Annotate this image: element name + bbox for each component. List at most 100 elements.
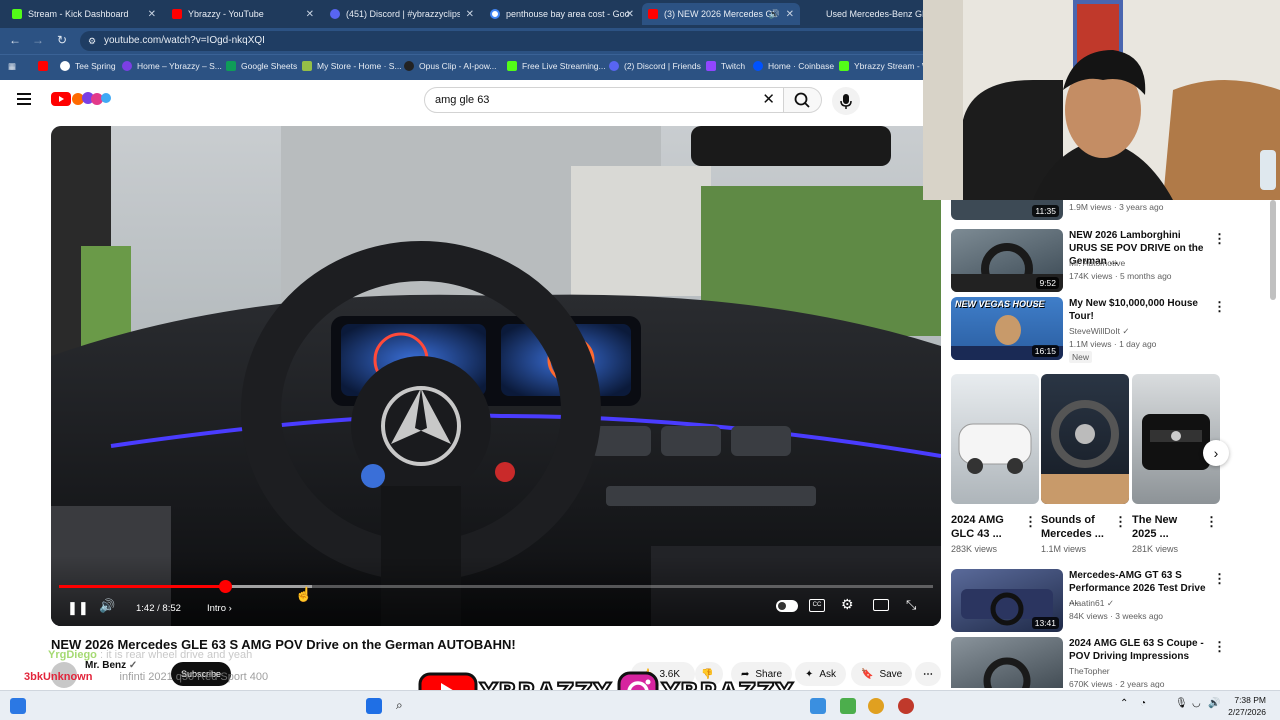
close-icon[interactable]: ✕ — [626, 9, 634, 20]
bookmark-ybrazzy-stream[interactable]: Ybrazzy Stream - W — [839, 61, 930, 71]
system-clock[interactable]: 7:38 PM 2/27/2026 — [1228, 694, 1266, 718]
tab-kick-dashboard[interactable]: Stream - Kick Dashboard ✕ — [6, 3, 162, 25]
youtube-logo[interactable] — [51, 91, 117, 110]
more-vertical-icon[interactable]: ⋮ — [1213, 639, 1226, 655]
more-vertical-icon[interactable]: ⋮ — [1213, 571, 1226, 587]
discord-icon — [330, 9, 340, 19]
video-title[interactable]: My New $10,000,000 House Tour! — [1069, 297, 1209, 323]
bookmark-coinbase[interactable]: Home · Coinbase — [753, 61, 834, 71]
reload-icon[interactable]: ↻ — [53, 33, 71, 47]
speaker-icon[interactable]: 🔊 — [769, 9, 780, 20]
bookmark-tee-spring[interactable]: Tee Spring — [60, 61, 116, 71]
apps-grid-icon[interactable]: ▦ — [8, 61, 16, 72]
more-vertical-icon[interactable]: ⋮ — [1213, 231, 1226, 247]
short-thumbnail[interactable] — [951, 374, 1039, 504]
video-title[interactable]: 2024 AMG GLE 63 S Coupe - POV Driving Im… — [1069, 637, 1209, 663]
short-item[interactable]: The New 2025 ... 281K views ⋮ — [1132, 374, 1220, 554]
theater-mode-icon[interactable] — [873, 599, 889, 611]
chapter-button[interactable]: Intro › — [207, 603, 232, 614]
subtitles-icon[interactable]: CC — [809, 599, 825, 612]
short-title[interactable]: Sounds of Mercedes ... — [1041, 513, 1111, 541]
short-item[interactable]: 2024 AMG GLC 43 ... 283K views ⋮ — [951, 374, 1039, 554]
url-input[interactable]: ⚙ youtube.com/watch?v=IOgd-nkqXQI — [80, 31, 930, 51]
system-tray-chevron-icon[interactable]: ⌃ — [1120, 698, 1128, 709]
recommended-video[interactable]: 2024 AMG GLE 63 S Coupe - POV Driving Im… — [951, 637, 1231, 688]
video-thumbnail[interactable]: NEW VEGAS HOUSE 16:15 — [951, 297, 1063, 360]
pause-icon[interactable]: ❚❚ — [67, 600, 89, 616]
more-vertical-icon[interactable]: ⋮ — [1024, 514, 1037, 530]
recommended-video[interactable]: 13:41 Mercedes-AMG GT 63 S Performance 2… — [951, 569, 1231, 632]
bookmark-my-store[interactable]: My Store - Home · S... — [302, 61, 402, 71]
search-input[interactable]: amg gle 63 ✕ — [424, 87, 784, 113]
site-info-icon[interactable]: ⚙ — [88, 31, 96, 51]
taskbar-app-icon[interactable] — [840, 698, 856, 714]
recommended-video[interactable]: 9:52 NEW 2026 Lamborghini URUS SE POV DR… — [951, 229, 1231, 292]
channel-name[interactable]: SteveWillDoIt ✓ — [1069, 326, 1130, 337]
bookmark-youtube[interactable] — [38, 61, 53, 71]
back-arrow-icon[interactable]: ← — [6, 33, 24, 47]
video-thumbnail[interactable]: 13:41 — [951, 569, 1063, 632]
save-button[interactable]: 🔖 Save — [851, 662, 913, 686]
search-button[interactable] — [784, 87, 822, 113]
short-title[interactable]: 2024 AMG GLC 43 ... — [951, 513, 1021, 541]
close-icon[interactable]: ✕ — [148, 9, 156, 20]
bookmark-twitch[interactable]: Twitch — [706, 61, 745, 71]
bookmark-discord-friends[interactable]: (2) Discord | Friends — [609, 61, 701, 71]
taskbar-app-icon[interactable] — [810, 698, 826, 714]
recommended-video[interactable]: NEW VEGAS HOUSE 16:15 My New $10,000,000… — [951, 297, 1231, 363]
tab-used-mercedes[interactable]: Used Mercedes-Benz GLA fo — [804, 3, 924, 25]
close-icon[interactable]: ✕ — [466, 9, 474, 20]
video-thumbnail[interactable] — [951, 637, 1063, 688]
channel-name[interactable]: Mr. Automotive — [1069, 258, 1125, 268]
tab-mercedes-video[interactable]: (3) NEW 2026 Mercedes GL 🔊 ✕ — [642, 3, 800, 25]
short-title[interactable]: The New 2025 ... — [1132, 513, 1202, 541]
scrubber-handle[interactable] — [219, 580, 233, 593]
ask-button[interactable]: ✦ Ask — [795, 662, 847, 686]
microphone-tray-icon[interactable]: 🎙 — [1175, 698, 1188, 709]
video-thumbnail[interactable]: 9:52 — [951, 229, 1063, 292]
progress-bar[interactable] — [59, 580, 933, 593]
fullscreen-icon[interactable]: ⤡ — [906, 597, 916, 613]
clear-search-icon[interactable]: ✕ — [762, 88, 775, 112]
sidebar-scrollbar[interactable] — [1270, 200, 1276, 300]
more-vertical-icon[interactable]: ⋮ — [1213, 299, 1226, 315]
chrome-icon[interactable] — [868, 698, 884, 714]
obs-icon[interactable] — [898, 698, 914, 714]
close-icon[interactable]: ✕ — [786, 9, 794, 20]
bookmark-free-live-streaming[interactable]: Free Live Streaming... — [507, 61, 606, 71]
video-player[interactable]: ❚❚ 🔊 1:42 / 8:52 Intro › CC ⚙ ⤡ ☝ — [51, 126, 941, 626]
bookmark-opus-clip[interactable]: Opus Clip - AI-pow... — [404, 61, 496, 71]
short-item[interactable]: Sounds of Mercedes ... 1.1M views ⋮ — [1041, 374, 1129, 554]
bookmark-label: Home – Ybrazzy – S... — [137, 61, 222, 71]
tab-google-search[interactable]: penthouse bay area cost - Goo ✕ — [484, 3, 640, 25]
channel-name[interactable]: TheTopher — [1069, 666, 1110, 676]
close-icon[interactable]: ✕ — [306, 9, 314, 20]
autoplay-toggle[interactable] — [776, 600, 798, 612]
windows-start-icon[interactable] — [366, 698, 382, 714]
tab-discord[interactable]: (451) Discord | #ybrazzyclips | Y ✕ — [324, 3, 480, 25]
channel-name[interactable]: Alaatin61 ✓ — [1069, 598, 1114, 609]
wifi-icon[interactable]: ◡ — [1192, 698, 1201, 709]
network-icon[interactable]: ◔ — [1140, 698, 1146, 709]
short-thumbnail[interactable] — [1041, 374, 1129, 504]
bookmark-home-ybrazzy[interactable]: Home – Ybrazzy – S... — [122, 61, 222, 71]
tab-ybrazzy-youtube[interactable]: Ybrazzy - YouTube ✕ — [166, 3, 320, 25]
bookmark-google-sheets[interactable]: Google Sheets — [226, 61, 297, 71]
search-icon[interactable]: ⌕ — [396, 698, 412, 714]
forward-arrow-icon[interactable]: → — [29, 33, 47, 47]
short-thumbnail[interactable] — [1132, 374, 1220, 504]
widgets-icon[interactable] — [10, 698, 26, 714]
speaker-tray-icon[interactable]: 🔊 — [1208, 698, 1220, 709]
more-actions-button[interactable]: ⋯ — [915, 662, 941, 686]
clock-date: 2/27/2026 — [1228, 707, 1266, 717]
settings-gear-icon[interactable]: ⚙ — [841, 596, 854, 613]
shorts-next-button[interactable]: › — [1203, 440, 1229, 466]
voice-search-button[interactable] — [832, 87, 860, 115]
recommended-video[interactable]: 11:35 1.9M views · 3 years ago — [951, 200, 1231, 220]
channel-name[interactable]: Mr. Benz ✓ — [85, 660, 137, 671]
hamburger-menu-icon[interactable] — [17, 93, 31, 105]
more-vertical-icon[interactable]: ⋮ — [1114, 514, 1127, 530]
more-vertical-icon[interactable]: ⋮ — [1205, 514, 1218, 530]
volume-icon[interactable]: 🔊 — [99, 598, 115, 614]
video-thumbnail[interactable]: 11:35 — [951, 200, 1063, 220]
